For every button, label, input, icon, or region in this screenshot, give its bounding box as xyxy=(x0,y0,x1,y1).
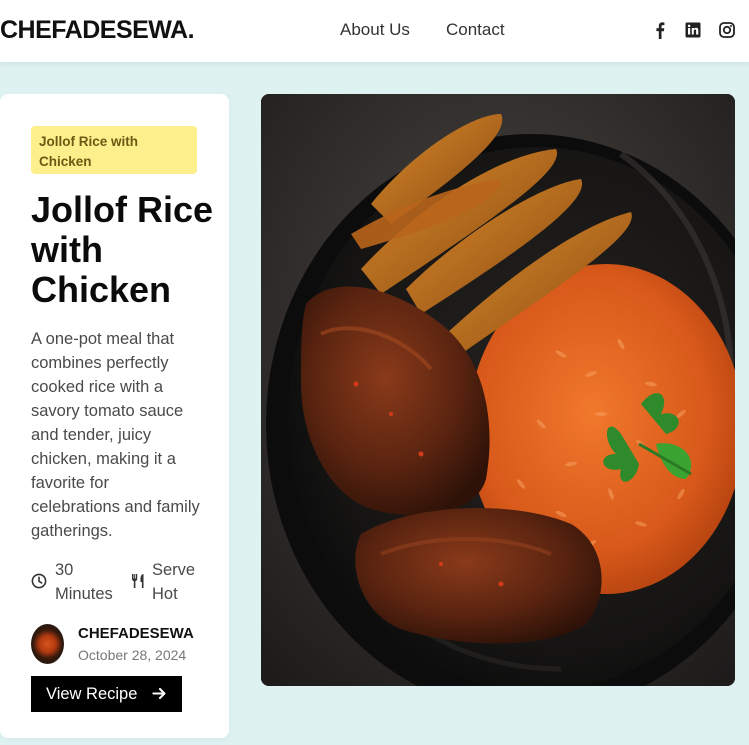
nav-about-us[interactable]: About Us xyxy=(340,20,410,40)
author-name[interactable]: CHEFADESEWA xyxy=(78,625,194,642)
utensils-icon xyxy=(130,573,146,589)
view-recipe-button[interactable]: View Recipe xyxy=(31,676,182,712)
recipe-card: Jollof Rice with Chicken Jollof Rice wit… xyxy=(0,94,229,738)
instagram-icon[interactable] xyxy=(718,21,736,39)
nav-contact[interactable]: Contact xyxy=(446,20,505,40)
publish-date: October 28, 2024 xyxy=(78,647,187,663)
recipe-title: Jollof Rice with Chicken xyxy=(31,189,214,310)
recipe-tag: Jollof Rice with Chicken xyxy=(31,126,197,174)
brand-logo[interactable]: CHEFADESEWA. xyxy=(0,16,195,45)
arrow-right-icon xyxy=(152,686,167,701)
site-header: CHEFADESEWA. About Us Contact xyxy=(0,0,749,62)
recipe-image xyxy=(261,94,735,686)
linkedin-icon[interactable] xyxy=(684,21,702,39)
cook-time: 30 Minutes xyxy=(55,561,113,603)
recipe-description: A one-pot meal that combines perfectly c… xyxy=(31,330,200,540)
facebook-icon[interactable] xyxy=(651,21,669,39)
author-avatar xyxy=(31,624,64,664)
view-recipe-label: View Recipe xyxy=(46,684,138,703)
serve-note: Serve Hot xyxy=(152,561,196,603)
clock-icon xyxy=(31,573,47,589)
